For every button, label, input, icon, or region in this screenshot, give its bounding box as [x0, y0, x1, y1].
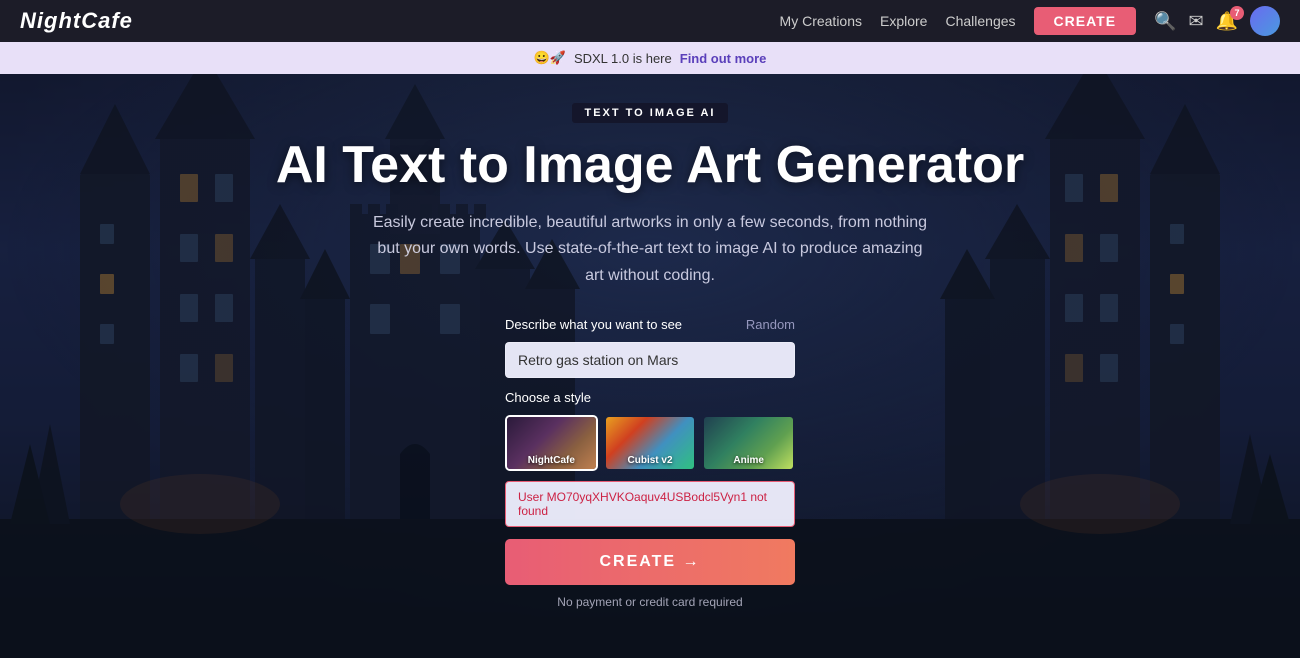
error-message: User MO70yqXHVKOaquv4USBodcl5Vyn1 not fo…	[505, 481, 795, 527]
announcement-bar: 😀🚀 SDXL 1.0 is here Find out more	[0, 42, 1300, 74]
announcement-link[interactable]: Find out more	[680, 51, 767, 66]
navbar-right: My Creations Explore Challenges CREATE 🔍…	[780, 6, 1280, 36]
badge-text: TEXT TO IMAGE AI	[572, 103, 727, 123]
style-option-cubist[interactable]: Cubist v2	[604, 415, 697, 471]
bell-badge: 7	[1230, 6, 1244, 20]
announcement-text: SDXL 1.0 is here	[574, 51, 672, 66]
hero-content: TEXT TO IMAGE AI AI Text to Image Art Ge…	[0, 74, 1300, 658]
hero-title: AI Text to Image Art Generator	[276, 137, 1024, 194]
style-anime-label: Anime	[704, 455, 793, 466]
bell-icon[interactable]: 🔔 7	[1216, 11, 1238, 32]
navbar: NightCafe My Creations Explore Challenge…	[0, 0, 1300, 42]
style-option-anime[interactable]: Anime	[702, 415, 795, 471]
prompt-input[interactable]	[505, 342, 795, 378]
create-button[interactable]: CREATE →	[505, 539, 795, 585]
site-logo[interactable]: NightCafe	[20, 8, 133, 34]
nav-link-challenges[interactable]: Challenges	[945, 13, 1015, 29]
nav-icons: 🔍 ✉ 🔔 7	[1154, 6, 1280, 36]
random-link[interactable]: Random	[746, 317, 795, 332]
form-label-row: Describe what you want to see Random	[505, 317, 795, 332]
form-area: Describe what you want to see Random Cho…	[505, 317, 795, 609]
style-nightcafe-label: NightCafe	[507, 455, 596, 466]
avatar[interactable]	[1250, 6, 1280, 36]
announcement-emoji: 😀🚀	[534, 50, 566, 66]
nav-link-my-creations[interactable]: My Creations	[780, 13, 862, 29]
style-label: Choose a style	[505, 390, 795, 405]
hero-section: TEXT TO IMAGE AI AI Text to Image Art Ge…	[0, 74, 1300, 658]
hero-subtitle: Easily create incredible, beautiful artw…	[370, 210, 930, 289]
style-cubist-label: Cubist v2	[606, 455, 695, 466]
style-options: NightCafe Cubist v2 Anime	[505, 415, 795, 471]
search-icon[interactable]: 🔍	[1154, 11, 1176, 32]
no-payment-text: No payment or credit card required	[505, 595, 795, 609]
mail-icon[interactable]: ✉	[1188, 11, 1203, 32]
describe-label: Describe what you want to see	[505, 317, 682, 332]
style-option-nightcafe[interactable]: NightCafe	[505, 415, 598, 471]
nav-create-button[interactable]: CREATE	[1034, 7, 1137, 35]
nav-link-explore[interactable]: Explore	[880, 13, 927, 29]
